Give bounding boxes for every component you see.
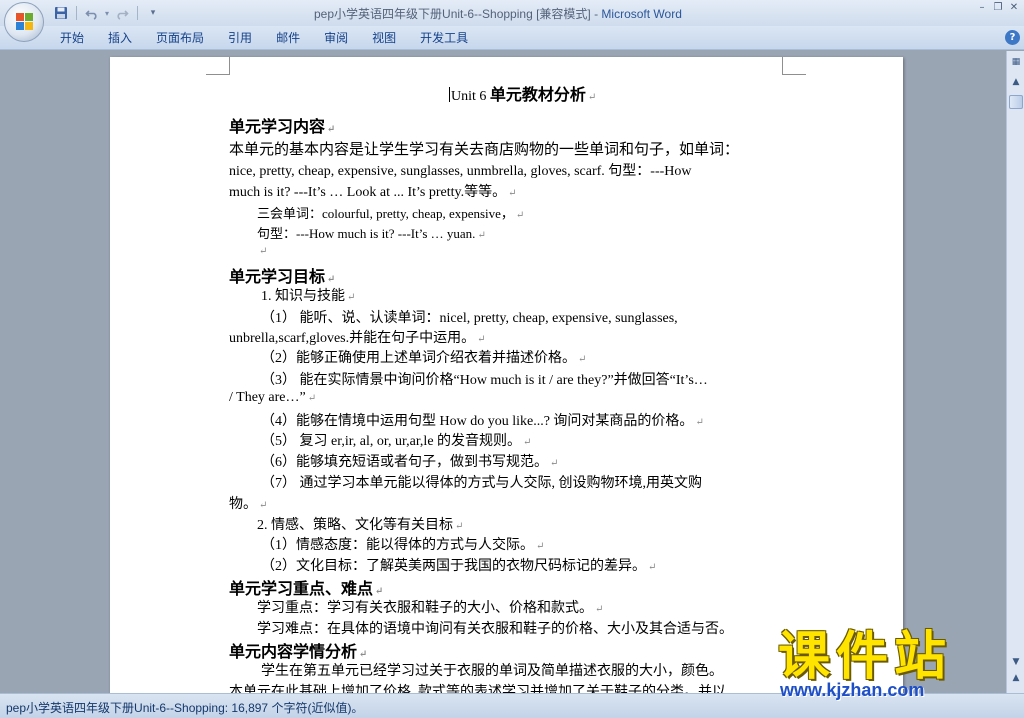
qat-separator <box>76 6 77 20</box>
difficult-point: 学习难点：在具体的语境中询问有关衣服和鞋子的价格、大小及其合适与否。 <box>257 622 733 637</box>
crop-mark-top-right <box>782 57 806 75</box>
tab-view[interactable]: 视图 <box>360 26 408 50</box>
quick-access-toolbar: ▾ ▾ <box>52 4 162 22</box>
customize-icon[interactable]: ▾ <box>144 4 162 22</box>
goal-1-1b: unbrella,scarf,gloves.并能在句子中运用。 ↵ <box>229 331 486 346</box>
close-icon[interactable]: ✕ <box>1008 2 1020 14</box>
goal-1-2: （2）能够正确使用上述单词介绍衣着并描述价格。 ↵ <box>261 351 587 366</box>
document-title: pep小学英语四年级下册Unit-6--Shopping [兼容模式] - <box>314 7 602 21</box>
tab-home[interactable]: 开始 <box>48 26 96 50</box>
goal-1-4: （4）能够在情境中运用句型 How do you like...? 询问对某商品… <box>261 414 704 429</box>
content-line-3: much is it? ---It’s … Look at ... It’s p… <box>229 185 517 200</box>
scroll-up-icon[interactable]: ▲ <box>1009 75 1023 89</box>
undo-icon[interactable] <box>83 4 101 22</box>
key-point: 学习重点：学习有关衣服和鞋子的大小、价格和款式。 ↵ <box>257 601 604 616</box>
tab-review[interactable]: 审阅 <box>312 26 360 50</box>
goal-2-2: （2）文化目标：了解英美两国于我国的衣物尺码标记的差异。 ↵ <box>261 559 657 574</box>
content-line-1: 本单元的基本内容是让学生学习有关去商店购物的一些单词和句子，如单词： <box>229 142 740 158</box>
words-line: 三会单词：colourful, pretty, cheap, expensive… <box>257 206 525 221</box>
empty-paragraph: ↵ <box>259 246 268 257</box>
save-icon[interactable] <box>52 4 70 22</box>
analysis-line-1: 学生在第五单元已经学习过关于衣服的单词及简单描述衣服的大小，颜色。 <box>261 664 723 679</box>
title-bar: ▾ ▾ pep小学英语四年级下册Unit-6--Shopping [兼容模式] … <box>0 0 1024 26</box>
goal-1-5: （5） 复习 er,ir, al, or, ur,ar,le 的发音规则。 ↵ <box>261 434 532 449</box>
window-title: pep小学英语四年级下册Unit-6--Shopping [兼容模式] - Mi… <box>314 5 682 22</box>
view-ruler-icon[interactable]: ▦ <box>1009 55 1023 69</box>
vertical-scrollbar[interactable]: ▦ ▲ ▼ ▲ <box>1006 51 1024 693</box>
tab-developer[interactable]: 开发工具 <box>408 26 480 50</box>
heading-analysis: 单元内容学情分析 ↵ <box>229 644 368 661</box>
goal-2-1: （1）情感态度：能以得体的方式与人交际。 ↵ <box>261 538 545 553</box>
window-controls: – ❐ ✕ <box>976 2 1020 14</box>
goal-1-7a: （7） 通过学习本单元能以得体的方式与人交际, 创设购物环境,用英文购 <box>261 476 702 491</box>
goal-1-3a: （3） 能在实际情景中询问价格“How much is it / are the… <box>261 373 708 388</box>
qat-separator <box>137 6 138 20</box>
watermark-brand: 课件站 <box>778 627 953 687</box>
restore-icon[interactable]: ❐ <box>992 2 1004 14</box>
watermark-logo: 课件站 www.kjzhan.com <box>770 612 1020 712</box>
heading-goals: 单元学习目标 ↵ <box>229 269 336 286</box>
text-cursor <box>449 87 450 102</box>
minimize-icon[interactable]: – <box>976 2 988 14</box>
heading-content: 单元学习内容 ↵ <box>229 119 336 136</box>
goal-1: 1. 知识与技能 ↵ <box>261 289 356 304</box>
goal-2: 2. 情感、策略、文化等有关目标 ↵ <box>257 518 464 533</box>
goal-1-3b: / They are…” ↵ <box>229 390 317 405</box>
ribbon-tabs: 开始 插入 页面布局 引用 邮件 审阅 视图 开发工具 <box>48 26 480 50</box>
goal-1-1a: （1） 能听、说、认读单词：nicel, pretty, cheap, expe… <box>261 311 678 326</box>
tab-references[interactable]: 引用 <box>216 26 264 50</box>
help-icon[interactable]: ? <box>1005 30 1020 45</box>
redo-icon[interactable] <box>113 4 131 22</box>
goal-1-6: （6）能够填充短语或者句子，做到书写规范。 ↵ <box>261 455 559 470</box>
tab-insert[interactable]: 插入 <box>96 26 144 50</box>
doc-title: Unit 6 单元教材分析 ↵ <box>449 87 597 104</box>
crop-mark-top-left <box>206 57 230 75</box>
watermark-url: www.kjzhan.com <box>780 680 925 700</box>
document-workspace[interactable]: Unit 6 单元教材分析 ↵ 单元学习内容 ↵ 本单元的基本内容是让学生学习有关去… <box>0 51 1006 697</box>
office-logo-icon <box>16 13 34 31</box>
content-line-2: nice, pretty, cheap, expensive, sunglass… <box>229 164 692 179</box>
tab-mailings[interactable]: 邮件 <box>264 26 312 50</box>
sentence-line: 句型：---How much is it? ---It’s … yuan. ↵ <box>257 226 486 241</box>
office-button[interactable] <box>4 2 44 42</box>
chevron-down-icon[interactable]: ▾ <box>103 4 111 22</box>
tab-page-layout[interactable]: 页面布局 <box>144 26 216 50</box>
status-text: pep小学英语四年级下册Unit-6--Shopping: 16,897 个字符… <box>6 701 364 715</box>
document-page[interactable]: Unit 6 单元教材分析 ↵ 单元学习内容 ↵ 本单元的基本内容是让学生学习有关去… <box>110 57 903 697</box>
goal-1-7b: 物。 ↵ <box>229 497 268 512</box>
app-name: Microsoft Word <box>601 7 682 21</box>
heading-key-points: 单元学习重点、难点 ↵ <box>229 581 384 598</box>
ribbon-tab-strip: 开始 插入 页面布局 引用 邮件 审阅 视图 开发工具 <box>0 26 1024 50</box>
scroll-thumb[interactable] <box>1009 95 1023 109</box>
